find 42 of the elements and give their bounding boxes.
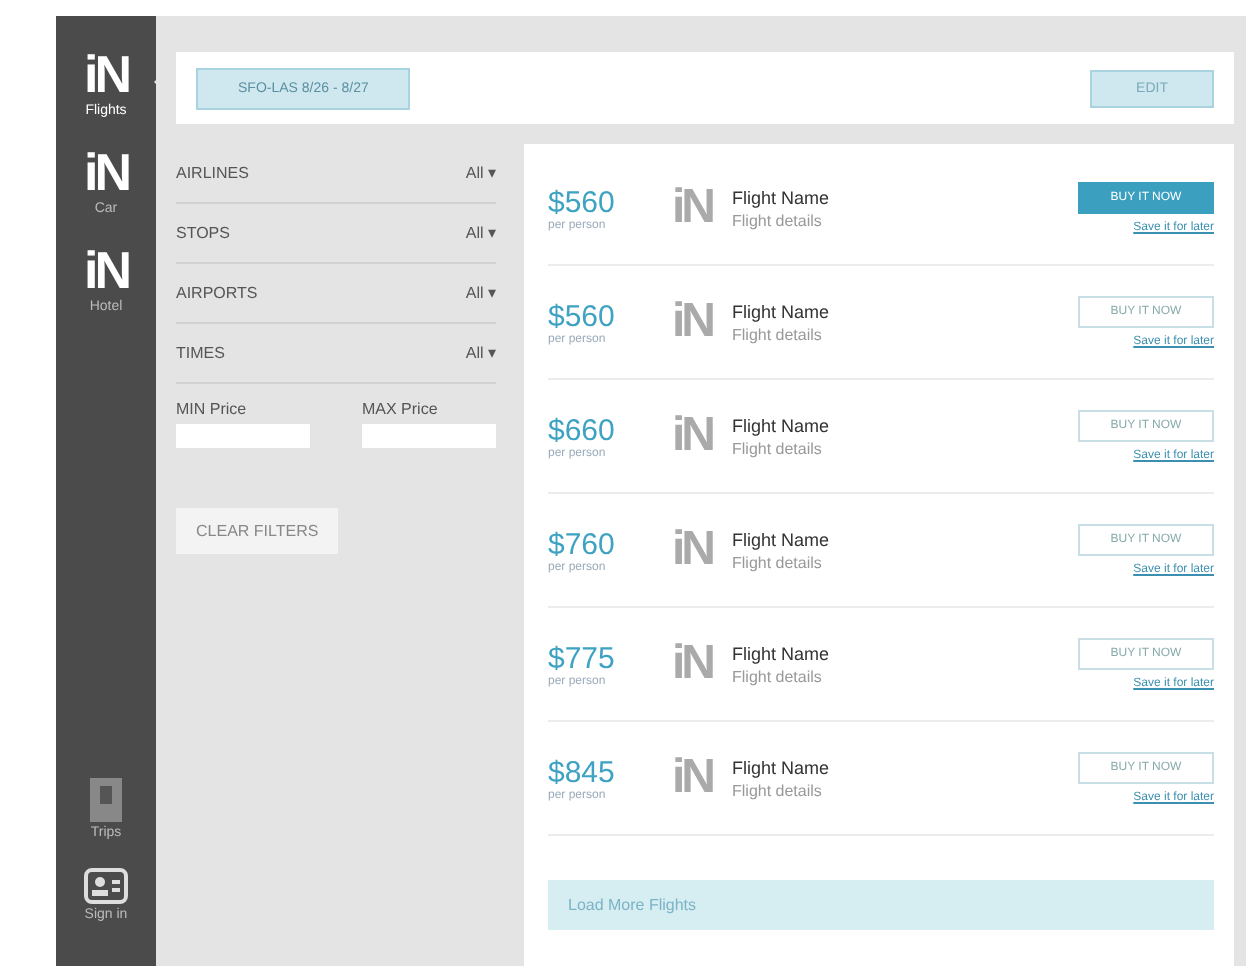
flight-name: Flight Name [732, 757, 832, 777]
clear-filters-button[interactable]: CLEAR FILTERS [176, 508, 339, 554]
logo-icon[interactable]: iN [84, 146, 128, 198]
flight-name: Flight Name [732, 415, 832, 435]
filter-dropdown[interactable]: All ▾ [465, 224, 496, 242]
id-card-icon[interactable] [84, 868, 128, 904]
flight-details: Flight details [732, 667, 824, 685]
filter-label: STOPS [176, 224, 230, 242]
filter-label: TIMES [176, 344, 225, 362]
filter-label: AIRLINES [176, 164, 249, 182]
filter-dropdown[interactable]: All ▾ [465, 344, 496, 362]
price: $845 [548, 755, 617, 789]
price: $560 [548, 185, 617, 219]
flight-details: Flight details [732, 781, 824, 799]
logo-icon[interactable]: iN [84, 48, 128, 100]
filter-label: AIRPORTS [176, 284, 258, 302]
airline-logo: iN [672, 298, 712, 346]
airline-logo: iN [672, 754, 712, 802]
flight-details: Flight details [732, 211, 824, 229]
max-price-label: MAX Price [362, 400, 440, 418]
filter-dropdown[interactable]: All ▾ [465, 164, 496, 182]
logo-icon[interactable]: iN [84, 244, 128, 296]
filter-dropdown[interactable]: All ▾ [465, 284, 496, 302]
max-price-field[interactable] [362, 424, 496, 448]
price: $560 [548, 299, 617, 333]
flight-details: Flight details [732, 439, 824, 457]
airline-logo: iN [672, 526, 712, 574]
price: $775 [548, 641, 617, 675]
airline-logo: iN [672, 184, 712, 232]
min-price-field[interactable] [176, 424, 310, 448]
airline-logo: iN [672, 640, 712, 688]
flight-name: Flight Name [732, 187, 832, 207]
price: $660 [548, 413, 617, 447]
flight-name: Flight Name [732, 301, 832, 321]
airline-logo: iN [672, 412, 712, 460]
flight-name: Flight Name [732, 643, 832, 663]
min-price-label: MIN Price [176, 400, 249, 418]
price: $760 [548, 527, 617, 561]
flight-details: Flight details [732, 325, 824, 343]
flight-details: Flight details [732, 553, 824, 571]
flight-name: Flight Name [732, 529, 832, 549]
document-icon[interactable] [90, 778, 122, 822]
